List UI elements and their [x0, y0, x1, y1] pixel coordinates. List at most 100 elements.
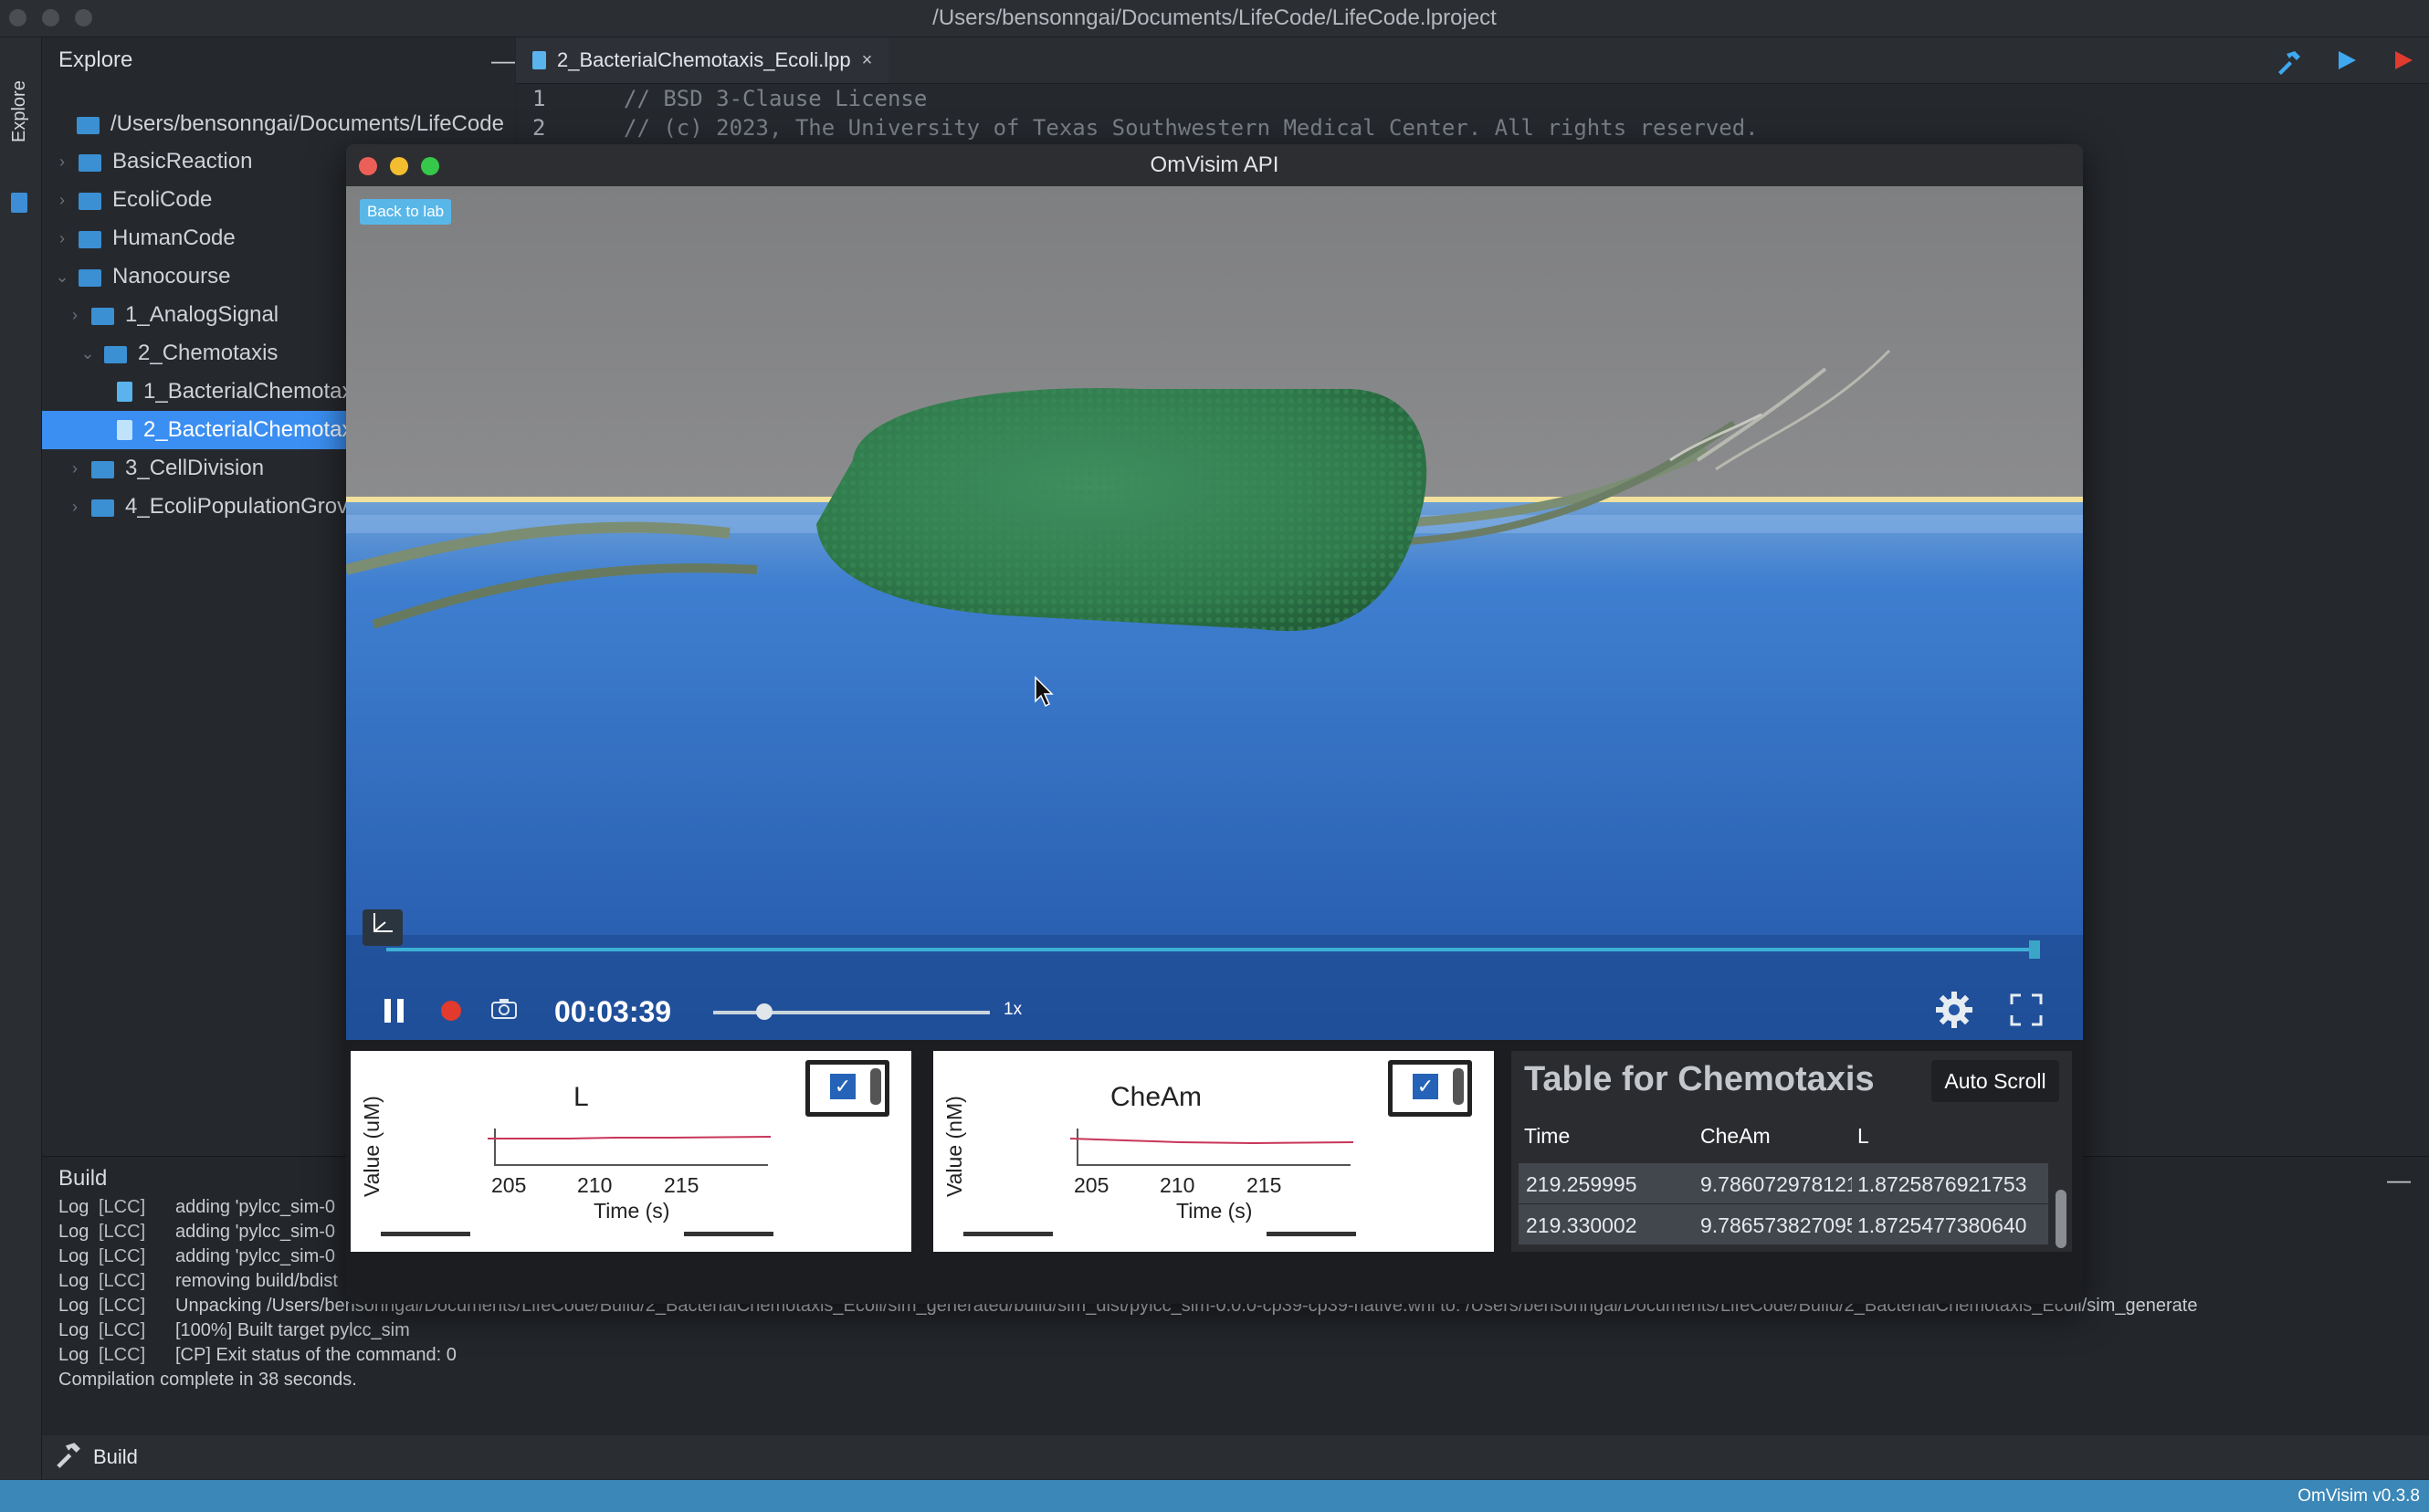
chevron-right-icon: › [72, 458, 78, 478]
chevron-right-icon: › [59, 152, 65, 171]
checkbox-checked-icon: ✓ [830, 1074, 856, 1099]
plot-series-line [488, 1136, 771, 1139]
omvisim-title: OmVisim API [346, 144, 2083, 186]
tab-close-button[interactable]: × [862, 50, 873, 71]
plot-ylabel: Value (nM) [942, 1096, 966, 1197]
chevron-down-icon: ⌄ [55, 267, 69, 286]
plot-scrollbar-right[interactable] [684, 1232, 773, 1236]
log-line: Log [LCC] adding 'pylcc_sim-0 [58, 1222, 336, 1242]
record-button[interactable] [441, 1001, 461, 1021]
axes-icon[interactable] [363, 909, 403, 946]
fullscreen-icon[interactable] [2010, 993, 2043, 1035]
chevron-right-icon: › [72, 497, 78, 516]
plot-ylabel: Value (uM) [360, 1096, 384, 1197]
table-cell: 219.259995 [1526, 1172, 1637, 1196]
tree-item-analogsignal[interactable]: › 1_AnalogSignal [68, 296, 279, 334]
tree-item-label: 1_BacterialChemotax [143, 379, 353, 404]
back-to-lab-button[interactable]: Back to lab [360, 199, 452, 225]
hammer-icon[interactable] [2275, 48, 2302, 82]
plot-card-cheam[interactable]: CheAm Value (nM) 205 210 215 Time (s) ✓ [933, 1051, 1494, 1252]
tree-item-nanocourse[interactable]: ⌄ Nanocourse [55, 257, 230, 296]
tree-item-label: 2_BacterialChemotax [143, 417, 353, 442]
explore-activity-tab[interactable]: Explore [9, 80, 30, 142]
plot-x-tick: 210 [577, 1173, 613, 1197]
version-label: OmVisim v0.3.8 [2298, 1486, 2420, 1506]
omvisim-window: OmVisim API Back to lab 00:03:39 1x L Va… [346, 144, 2083, 1304]
speed-label: 1x [1004, 1000, 1023, 1019]
code-text: // (c) 2023, The University of Texas Sou… [624, 115, 1759, 141]
plot-x-axis [494, 1164, 768, 1166]
tree-item-bacterialchemotaxis-1[interactable]: 1_BacterialChemotax [117, 373, 352, 411]
table-header: CheAm [1700, 1124, 1771, 1148]
window-titlebar: /Users/bensonngai/Documents/LifeCode/Lif… [0, 0, 2429, 37]
folder-icon [79, 230, 101, 248]
tree-item-populationgrowth[interactable]: › 4_EcoliPopulationGrov [68, 488, 348, 526]
tree-item-celldivision[interactable]: › 3_CellDivision [68, 449, 264, 488]
explorer-title: Explore [58, 47, 133, 72]
tree-item-humancode[interactable]: › HumanCode [55, 219, 236, 257]
auto-scroll-button[interactable]: Auto Scroll [1931, 1060, 2059, 1102]
plot-title: L [573, 1082, 589, 1112]
close-window-button[interactable] [359, 157, 377, 175]
stop-icon[interactable] [2392, 48, 2415, 79]
build-minimize-button[interactable]: — [2387, 1166, 2411, 1194]
plot-card-l[interactable]: L Value (uM) 205 210 215 Time (s) ✓ [351, 1051, 911, 1252]
table-title: Table for Chemotaxis [1524, 1060, 1875, 1098]
plot-scrollbar-left[interactable] [963, 1232, 1053, 1236]
tree-item-label: EcoliCode [112, 187, 213, 212]
tree-item-label: 1_AnalogSignal [125, 302, 279, 327]
plot-toggle[interactable]: ✓ [1388, 1060, 1472, 1117]
editor-tab[interactable]: 2_BacterialChemotaxis_Ecoli.lpp × [516, 37, 889, 83]
speed-slider-handle[interactable] [756, 1003, 773, 1020]
play-icon[interactable] [2335, 48, 2359, 79]
plot-scrollbar-right[interactable] [1267, 1232, 1356, 1236]
log-line: Log [LCC] adding 'pylcc_sim-0 [58, 1246, 336, 1266]
folder-icon [104, 345, 127, 363]
simulation-viewport[interactable]: Back to lab 00:03:39 1x [346, 186, 2083, 1040]
plot-x-axis [1077, 1164, 1351, 1166]
settings-gear-icon[interactable] [1934, 990, 1974, 1040]
camera-icon[interactable] [490, 997, 518, 1027]
code-line: 2 // (c) 2023, The University of Texas S… [516, 115, 1759, 144]
table-cell: 1.8725876921753 [1857, 1172, 2027, 1196]
file-icon [117, 382, 132, 402]
explore-file-icon [11, 193, 27, 213]
folder-icon [91, 460, 114, 478]
zoom-window-button[interactable] [421, 157, 439, 175]
table-cell: 219.330002 [1526, 1213, 1637, 1237]
log-line: Log [LCC] [CP] Exit status of the command:… [58, 1345, 457, 1365]
explorer-minimize-button[interactable]: — [491, 47, 515, 75]
timeline-progress-handle[interactable] [2029, 940, 2040, 959]
editor-tab-bar: 2_BacterialChemotaxis_Ecoli.lpp × [516, 37, 2429, 84]
plot-scrollbar-left[interactable] [381, 1232, 470, 1236]
file-icon [117, 420, 132, 440]
plot-xlabel: Time (s) [1176, 1199, 1253, 1223]
tree-item-label: 4_EcoliPopulationGrov [125, 494, 349, 519]
folder-icon [77, 116, 100, 134]
minimize-window-button[interactable] [390, 157, 408, 175]
tree-item-ecolicode[interactable]: › EcoliCode [55, 181, 212, 219]
plot-xlabel: Time (s) [594, 1199, 670, 1223]
folder-icon [79, 153, 101, 172]
folder-icon [79, 192, 101, 210]
plot-x-tick: 215 [1246, 1173, 1282, 1197]
activity-bar: Explore [0, 37, 42, 1480]
tree-item-chemotaxis[interactable]: ⌄ 2_Chemotaxis [80, 334, 278, 373]
plot-x-tick: 215 [664, 1173, 699, 1197]
chemotaxis-table: Table for Chemotaxis Auto Scroll Time Ch… [1511, 1051, 2072, 1252]
timeline-progress-bar[interactable] [386, 948, 2039, 951]
playback-time: 00:03:39 [554, 995, 672, 1028]
pause-button[interactable] [384, 999, 405, 1023]
code-text: // BSD 3-Clause License [624, 86, 928, 111]
table-scrollbar[interactable] [2056, 1190, 2066, 1248]
tree-item-root[interactable]: /Users/bensonngai/Documents/LifeCode [42, 105, 515, 143]
build-button[interactable]: Build [42, 1440, 138, 1475]
tree-item-label: Nanocourse [112, 264, 231, 289]
omvisim-window-controls[interactable] [359, 157, 439, 175]
plot-toggle[interactable]: ✓ [805, 1060, 889, 1117]
file-icon [532, 51, 546, 69]
log-line: Log [LCC] [100%] Built target pylcc_sim [58, 1320, 410, 1340]
tree-item-basicreaction[interactable]: › BasicReaction [55, 142, 252, 181]
table-header: Time [1524, 1124, 1571, 1148]
speed-slider[interactable] [713, 1011, 990, 1014]
